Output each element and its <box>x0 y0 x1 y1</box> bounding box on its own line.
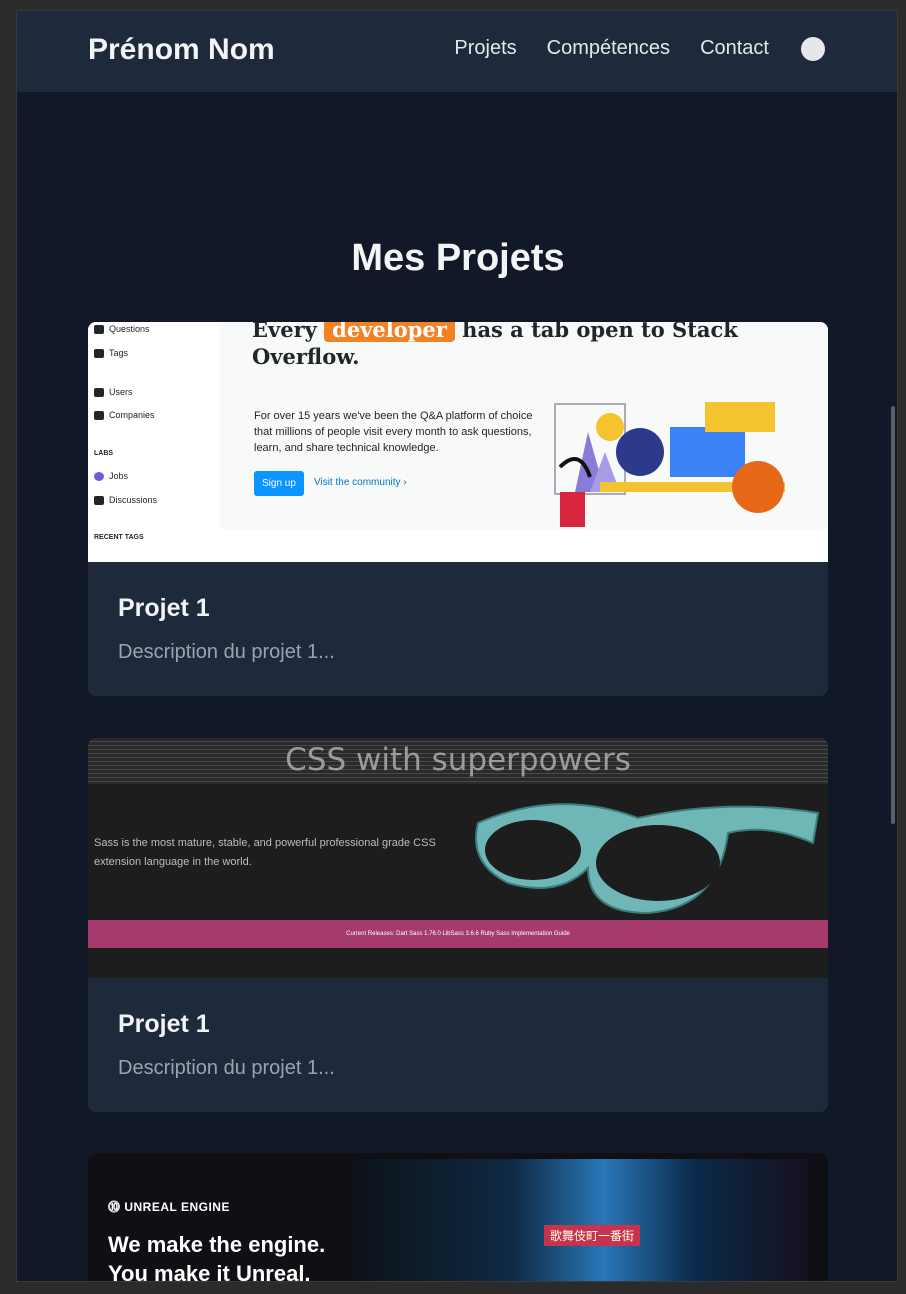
companies-icon <box>94 410 104 420</box>
nav-links: Projets Compétences Contact <box>454 37 769 60</box>
page-viewport: Prénom Nom Projets Compétences Contact M… <box>16 10 898 1282</box>
glasses-icon <box>475 803 820 915</box>
project-card[interactable]: Questions Tags Users Companies LABS Jobs… <box>88 322 828 696</box>
project-title: Projet 1 <box>118 594 210 622</box>
nav-link-competences[interactable]: Compétences <box>547 37 670 60</box>
project-title: Projet 1 <box>118 1010 210 1038</box>
nav-link-projets[interactable]: Projets <box>454 37 516 60</box>
brand-name[interactable]: Prénom Nom <box>88 33 275 67</box>
project-description: Description du projet 1... <box>118 641 335 663</box>
project-image-unreal: ⓾ UNREAL ENGINE We make the engine. You … <box>88 1153 828 1281</box>
users-icon <box>94 387 104 397</box>
jobs-icon <box>94 471 104 481</box>
theme-toggle-button[interactable] <box>801 37 825 61</box>
section-title: Mes Projets <box>351 237 565 279</box>
top-navbar: Prénom Nom Projets Compétences Contact <box>17 11 897 92</box>
project-image-stackoverflow: Questions Tags Users Companies LABS Jobs… <box>88 322 828 562</box>
so-headline: Every developer has a tab open to Stack … <box>252 322 828 370</box>
project-card[interactable]: ⓾ UNREAL ENGINE We make the engine. You … <box>88 1153 828 1281</box>
project-description: Description du projet 1... <box>118 1057 335 1079</box>
unreal-logo: ⓾ UNREAL ENGINE <box>108 1200 230 1214</box>
project-card[interactable]: CSS with superpowers Sass is the most ma… <box>88 738 828 1112</box>
questions-icon <box>94 324 104 334</box>
tag-icon <box>94 348 104 358</box>
project-image-sass: CSS with superpowers Sass is the most ma… <box>88 738 828 978</box>
neon-street-image: 歌舞伎町一番街 <box>354 1159 808 1281</box>
vertical-scrollbar[interactable] <box>891 406 895 824</box>
browser-frame: Prénom Nom Projets Compétences Contact M… <box>0 0 906 1294</box>
nav-link-contact[interactable]: Contact <box>700 37 769 60</box>
discussions-icon <box>94 495 104 505</box>
so-sidebar: Questions Tags Users Companies LABS Jobs… <box>88 322 220 562</box>
illustration-developer <box>554 402 785 527</box>
